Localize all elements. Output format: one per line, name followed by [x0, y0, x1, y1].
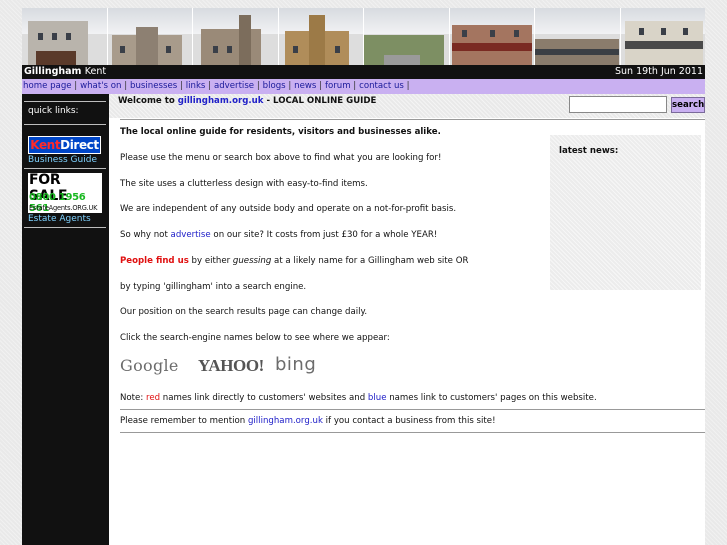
nav-forum[interactable]: forum [325, 81, 351, 91]
divider [120, 119, 705, 120]
photo-banner [22, 8, 705, 65]
banner-photo-cinema [620, 8, 705, 65]
quick-links-sidebar: quick links: KentDirect Business Guide F… [22, 94, 109, 545]
banner-photo-shops [449, 8, 535, 65]
banner-photo-church [193, 8, 279, 65]
divider [24, 168, 106, 169]
estate-agents-logo[interactable]: FOR SALE 0800 1956 561 EstateAgents.ORG.… [28, 172, 102, 214]
banner-photo-pub [22, 8, 108, 65]
nav-links[interactable]: links [186, 81, 206, 91]
nav-blogs[interactable]: blogs [263, 81, 286, 91]
divider [24, 124, 106, 125]
yahoo-link[interactable]: YAHOO! [198, 356, 264, 376]
title-bar: Gillingham Kent Sun 19th Jun 2011 [22, 65, 705, 79]
remember-text: Please remember to mention gillingham.or… [120, 416, 496, 426]
main-nav: home page | what's on | businesses | lin… [22, 79, 705, 94]
menu-text: Please use the menu or search box above … [120, 153, 442, 163]
independent-text: We are independent of any outside body a… [120, 204, 457, 214]
google-link[interactable]: Google [120, 356, 179, 375]
nav-contact-us[interactable]: contact us [359, 81, 404, 91]
nav-businesses[interactable]: businesses [130, 81, 177, 91]
note-text: Note: red names link directly to custome… [120, 393, 597, 403]
nav-advertise[interactable]: advertise [214, 81, 254, 91]
main-content: Welcome to gillingham.org.uk - LOCAL ONL… [109, 94, 705, 545]
latest-news-panel: latest news: [550, 135, 701, 290]
current-date: Sun 19th Jun 2011 [615, 66, 703, 77]
banner-photo-street [364, 8, 450, 65]
welcome-bar: Welcome to gillingham.org.uk - LOCAL ONL… [109, 94, 705, 118]
advertise-link[interactable]: advertise [171, 230, 211, 240]
divider [120, 409, 705, 410]
banner-photo-highstreet [535, 8, 621, 65]
advertise-text: So why not advertise on our site? It cos… [120, 230, 438, 240]
intro-text: The local online guide for residents, vi… [120, 127, 441, 137]
business-guide-link[interactable]: Business Guide [28, 155, 97, 165]
find-us-text: People find us by either guessing at a l… [120, 256, 469, 266]
banner-photo-terrace [107, 8, 193, 65]
divider [120, 432, 705, 433]
estate-agents-link[interactable]: Estate Agents [28, 214, 91, 224]
page: Gillingham Kent Sun 19th Jun 2011 home p… [22, 8, 705, 545]
divider [24, 101, 106, 102]
welcome-heading: Welcome to gillingham.org.uk - LOCAL ONL… [118, 96, 377, 106]
nav-news[interactable]: news [294, 81, 316, 91]
kent-direct-logo[interactable]: KentDirect [28, 136, 101, 154]
design-text: The site uses a clutterless design with … [120, 179, 368, 189]
site-location: Gillingham Kent [24, 66, 107, 77]
quick-links-heading: quick links: [28, 106, 79, 116]
banner-photo-clocktower [278, 8, 364, 65]
site-name-link[interactable]: gillingham.org.uk [178, 96, 264, 106]
search-input[interactable] [569, 96, 667, 113]
search-button[interactable]: search [671, 97, 705, 113]
nav-whats-on[interactable]: what's on [80, 81, 121, 91]
nav-home-page[interactable]: home page [23, 81, 72, 91]
typing-text: by typing 'gillingham' into a search eng… [120, 282, 307, 292]
divider [24, 227, 106, 228]
position-text: Our position on the search results page … [120, 307, 368, 317]
remember-site-link[interactable]: gillingham.org.uk [248, 416, 323, 426]
click-text: Click the search-engine names below to s… [120, 333, 390, 343]
latest-news-heading: latest news: [559, 146, 619, 156]
bing-link[interactable]: bing [275, 354, 316, 375]
